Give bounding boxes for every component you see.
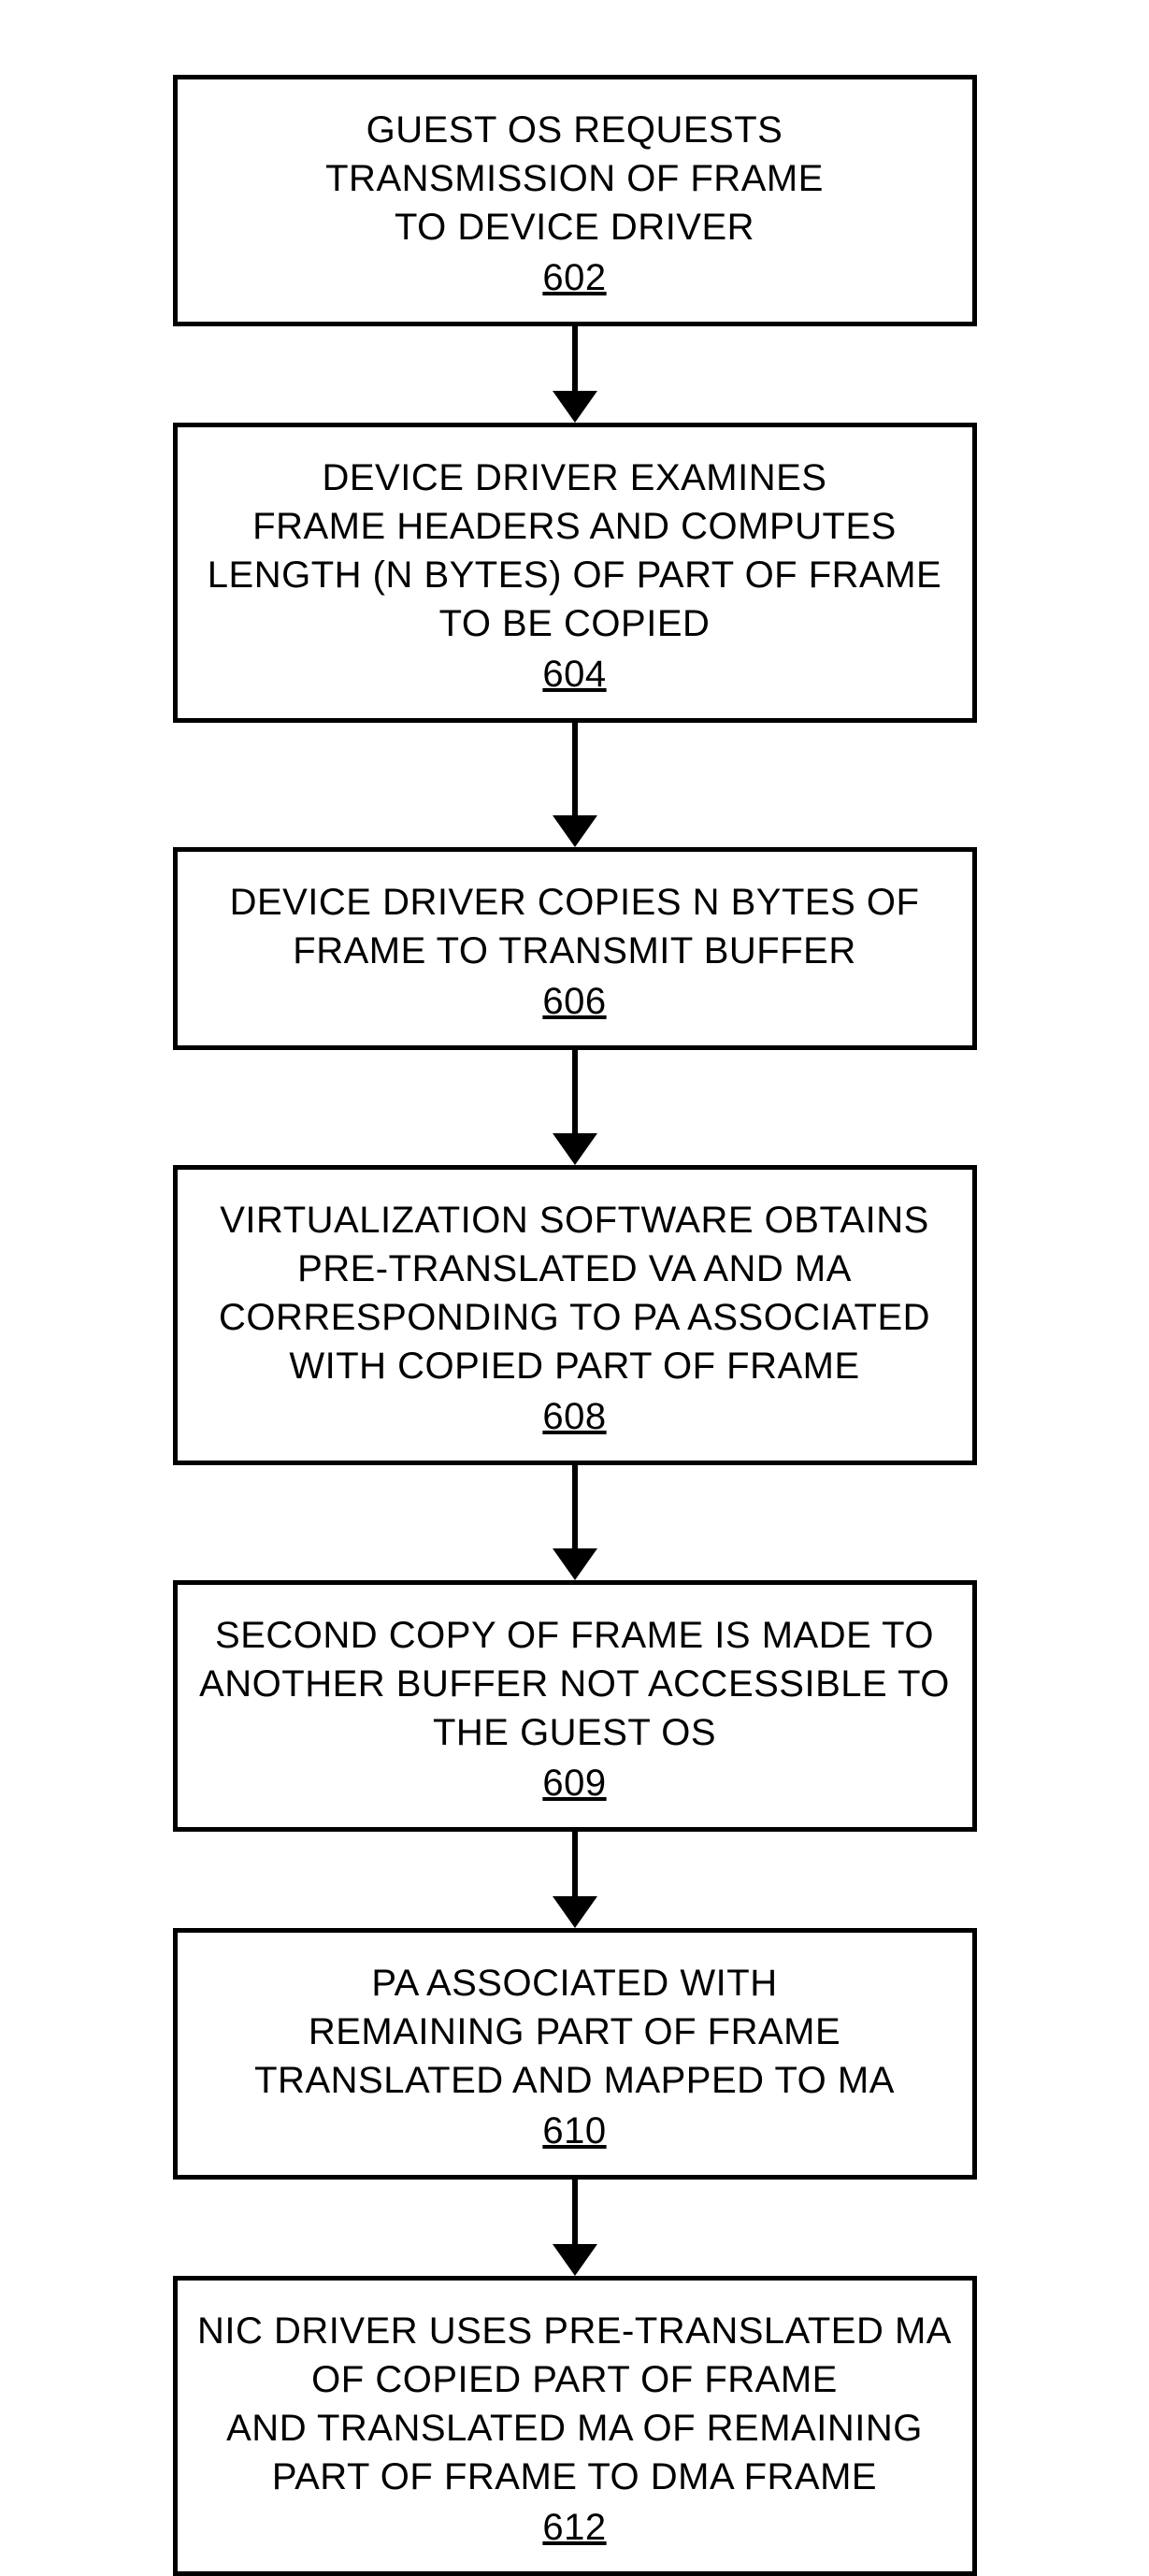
arrow-head-icon — [553, 1896, 597, 1928]
flow-step-608: VIRTUALIZATION SOFTWARE OBTAINSPRE-TRANS… — [173, 1165, 977, 1465]
flow-step-ref: 610 — [542, 2110, 606, 2152]
flow-step-ref: 608 — [542, 1396, 606, 1438]
flow-step-ref: 612 — [542, 2507, 606, 2549]
flow-step-ref: 604 — [542, 654, 606, 696]
flowchart-container: GUEST OS REQUESTSTRANSMISSION OF FRAMETO… — [164, 75, 986, 2576]
flow-step-612: NIC DRIVER USES PRE-TRANSLATED MAOF COPI… — [173, 2276, 977, 2576]
flow-step-text: WITH COPIED PART OF FRAME — [289, 1342, 859, 1390]
flow-step-610: PA ASSOCIATED WITHREMAINING PART OF FRAM… — [173, 1928, 977, 2180]
flow-step-609: SECOND COPY OF FRAME IS MADE TOANOTHER B… — [173, 1580, 977, 1832]
flow-arrow-icon — [553, 1465, 597, 1580]
flow-step-ref: 602 — [542, 257, 606, 299]
flow-step-text: PA ASSOCIATED WITH — [371, 1959, 777, 2008]
flow-step-text: PART OF FRAME TO DMA FRAME — [272, 2453, 877, 2501]
flow-arrow-icon — [553, 1050, 597, 1165]
flow-arrow-icon — [553, 326, 597, 423]
arrow-head-icon — [553, 2244, 597, 2276]
flow-step-text: TO DEVICE DRIVER — [395, 203, 754, 252]
flow-arrow-icon — [553, 1832, 597, 1928]
arrow-head-icon — [553, 815, 597, 847]
arrow-head-icon — [553, 391, 597, 423]
flow-step-text: ANOTHER BUFFER NOT ACCESSIBLE TO — [199, 1660, 950, 1708]
flow-step-text: DEVICE DRIVER EXAMINES — [322, 453, 826, 502]
flow-step-text: LENGTH (N BYTES) OF PART OF FRAME — [208, 551, 941, 599]
flow-step-text: THE GUEST OS — [433, 1708, 716, 1757]
flow-step-text: TRANSMISSION OF FRAME — [325, 154, 824, 203]
arrow-shaft — [572, 1050, 578, 1134]
flow-arrow-icon — [553, 2180, 597, 2276]
flow-step-text: AND TRANSLATED MA OF REMAINING — [226, 2404, 923, 2453]
flow-step-text: TRANSLATED AND MAPPED TO MA — [254, 2056, 895, 2105]
flow-step-604: DEVICE DRIVER EXAMINESFRAME HEADERS AND … — [173, 423, 977, 723]
arrow-head-icon — [553, 1133, 597, 1165]
arrow-shaft — [572, 326, 578, 392]
flow-step-text: PRE-TRANSLATED VA AND MA — [297, 1245, 852, 1293]
flow-step-text: FRAME HEADERS AND COMPUTES — [252, 502, 897, 551]
flow-step-text: GUEST OS REQUESTS — [366, 106, 783, 154]
flow-step-606: DEVICE DRIVER COPIES N BYTES OFFRAME TO … — [173, 847, 977, 1050]
flow-step-text: OF COPIED PART OF FRAME — [311, 2355, 838, 2404]
arrow-shaft — [572, 2180, 578, 2245]
flow-step-text: NIC DRIVER USES PRE-TRANSLATED MA — [197, 2307, 952, 2355]
flow-step-text: FRAME TO TRANSMIT BUFFER — [293, 927, 855, 975]
flow-step-ref: 606 — [542, 981, 606, 1023]
arrow-shaft — [572, 1832, 578, 1897]
flow-step-text: VIRTUALIZATION SOFTWARE OBTAINS — [220, 1196, 929, 1245]
flow-step-text: REMAINING PART OF FRAME — [309, 2008, 840, 2056]
flow-step-602: GUEST OS REQUESTSTRANSMISSION OF FRAMETO… — [173, 75, 977, 326]
flow-step-ref: 609 — [542, 1763, 606, 1805]
flow-step-text: CORRESPONDING TO PA ASSOCIATED — [219, 1293, 930, 1342]
flow-step-text: SECOND COPY OF FRAME IS MADE TO — [215, 1611, 934, 1660]
arrow-head-icon — [553, 1548, 597, 1580]
arrow-shaft — [572, 1465, 578, 1549]
arrow-shaft — [572, 723, 578, 816]
flow-step-text: DEVICE DRIVER COPIES N BYTES OF — [230, 878, 920, 927]
flow-arrow-icon — [553, 723, 597, 847]
flow-step-text: TO BE COPIED — [439, 599, 711, 648]
